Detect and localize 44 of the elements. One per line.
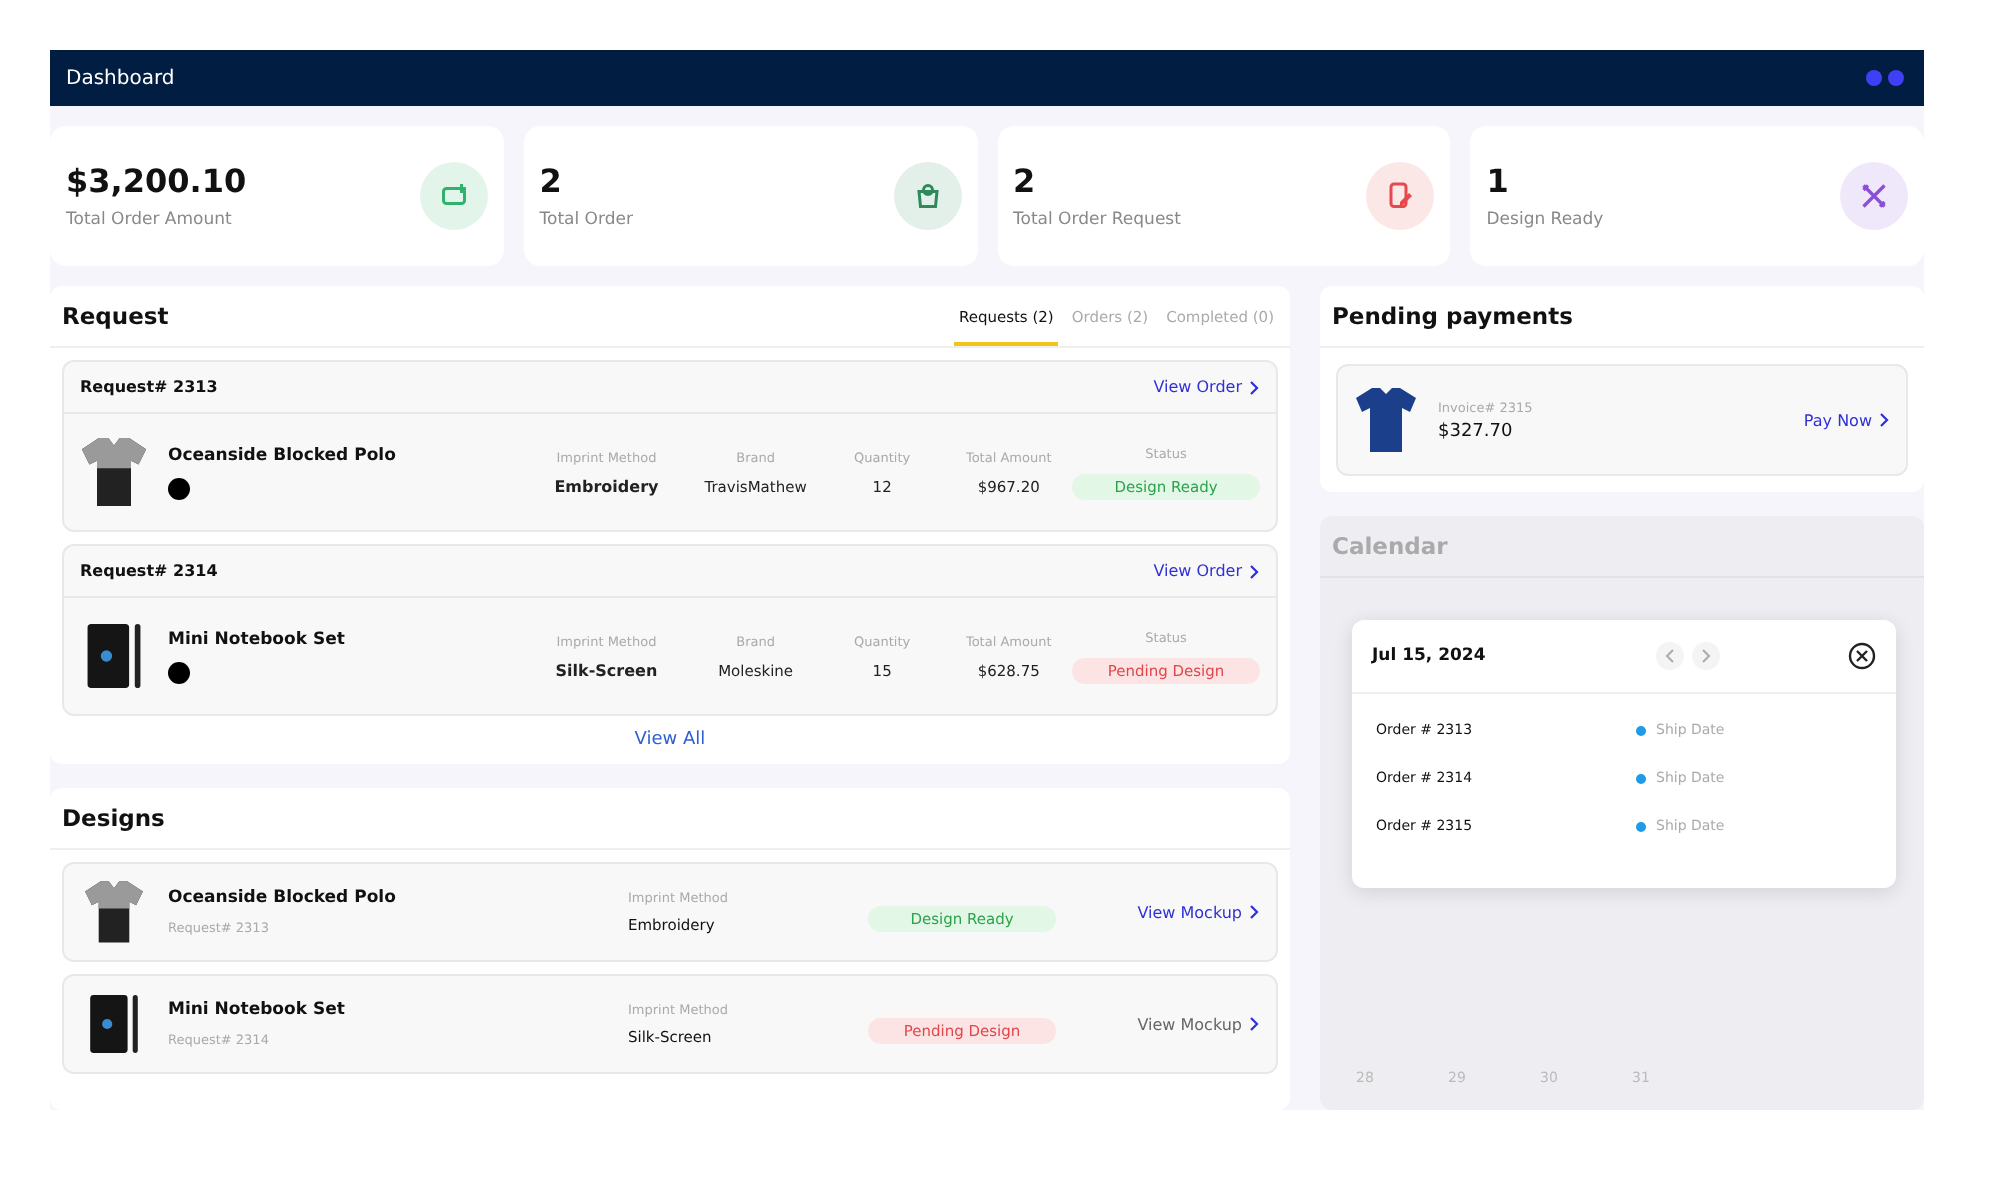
stat-value: 2 <box>1013 162 1038 200</box>
panel-title: Pending payments <box>1332 302 1573 334</box>
popover-date: Jul 15, 2024 <box>1372 646 1488 666</box>
payment-amount: $327.70 <box>1438 421 1515 441</box>
polo-shirt-icon <box>80 434 148 510</box>
chevron-right-icon <box>1248 563 1260 579</box>
polo-shirt-icon <box>80 878 148 946</box>
panel-title: Designs <box>62 804 165 836</box>
previous-button[interactable] <box>1656 642 1684 670</box>
t-shirt-icon <box>1354 384 1418 456</box>
product-name: Mini Notebook Set <box>168 629 347 649</box>
view-mockup-link[interactable]: View Mockup <box>1137 903 1260 921</box>
chevron-right-icon <box>1248 1016 1260 1032</box>
request-number: Request# 2314 <box>80 562 218 580</box>
chevron-right-icon <box>1878 412 1890 428</box>
close-icon[interactable] <box>1848 642 1876 670</box>
panel-title: Request <box>62 302 169 334</box>
pay-now-link[interactable]: Pay Now <box>1803 411 1890 429</box>
request-number: Request# 2313 <box>80 378 218 396</box>
next-button[interactable] <box>1692 642 1720 670</box>
field-value: Embroidery <box>554 477 659 495</box>
stat-label: Total Order Amount <box>66 210 234 230</box>
stat-value: 1 <box>1486 162 1511 200</box>
view-order-link[interactable]: View Order <box>1153 562 1260 580</box>
chevron-left-icon <box>1664 648 1676 664</box>
panel-title: Calendar <box>1332 532 1448 564</box>
field-value: Silk-Screen <box>555 661 658 679</box>
product-name: Mini Notebook Set <box>168 1000 347 1020</box>
color-swatch <box>168 477 190 499</box>
view-all-link[interactable]: View All <box>50 716 1290 764</box>
dots-icon[interactable] <box>1866 70 1904 86</box>
stat-label: Total Order <box>539 210 633 230</box>
stat-label: Design Ready <box>1486 210 1604 230</box>
product-name: Oceanside Blocked Polo <box>168 888 398 908</box>
chevron-right-icon <box>1248 379 1260 395</box>
page-title: Dashboard <box>66 67 175 89</box>
stat-value: $3,200.10 <box>66 162 247 200</box>
view-order-link[interactable]: View Order <box>1153 378 1260 396</box>
product-name: Oceanside Blocked Polo <box>168 445 398 465</box>
stat-label: Total Order Request <box>1013 210 1181 230</box>
color-swatch <box>168 661 190 683</box>
chevron-right-icon <box>1248 904 1260 920</box>
stat-value: 2 <box>539 162 564 200</box>
chevron-right-icon <box>1700 648 1712 664</box>
